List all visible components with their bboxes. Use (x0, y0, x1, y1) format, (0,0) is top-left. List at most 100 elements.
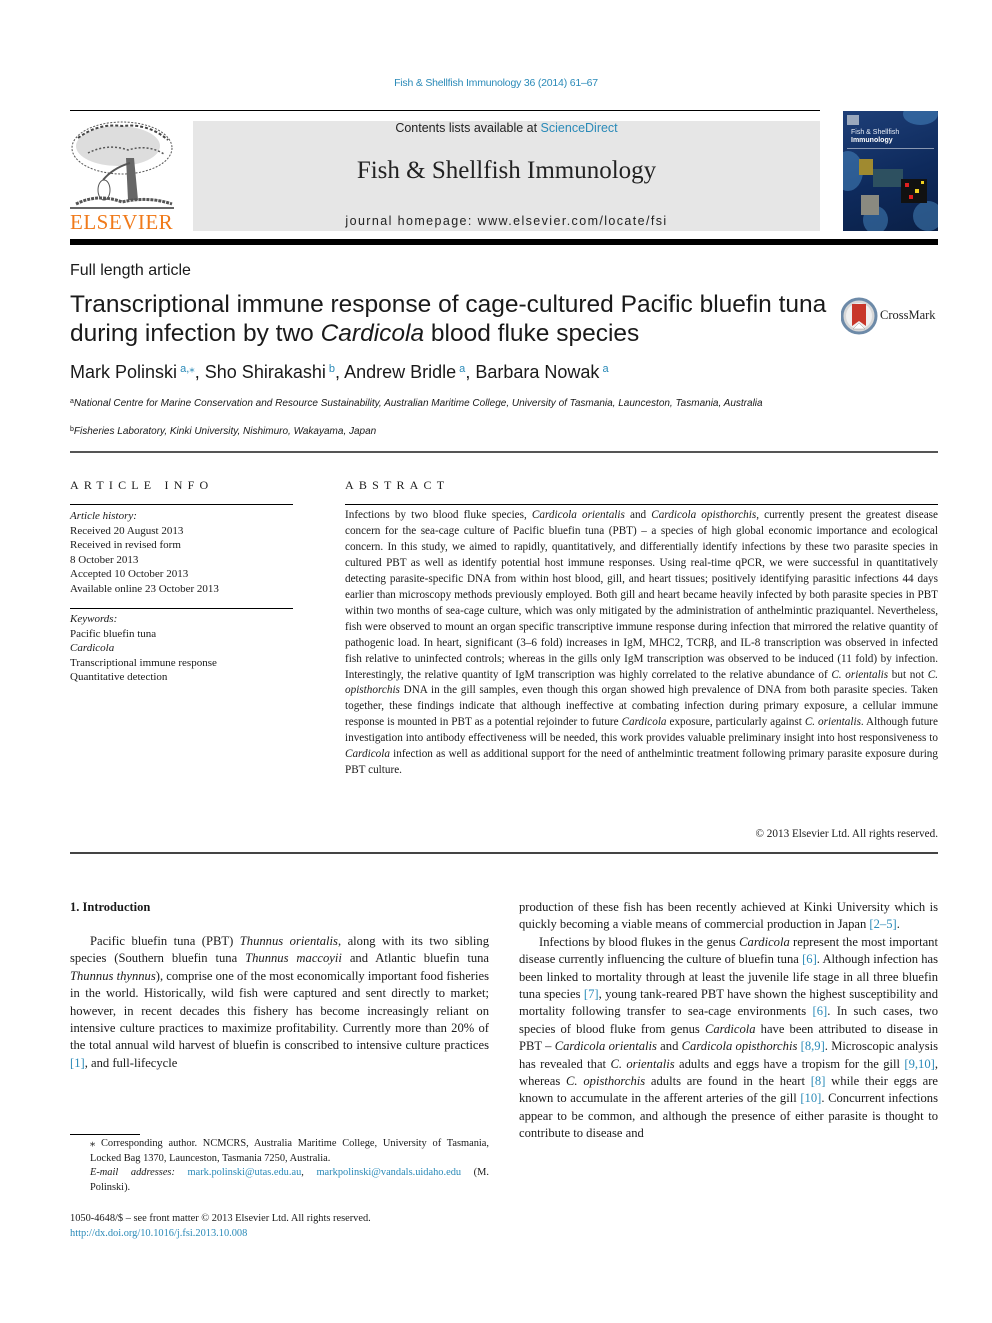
author-name[interactable]: Mark Polinski (70, 362, 177, 382)
citation-link[interactable]: [10] (800, 1091, 821, 1105)
crossmark-label[interactable]: CrossMark (880, 308, 936, 323)
front-matter: 1050-4648/$ – see front matter © 2013 El… (70, 1212, 489, 1241)
header-thick-rule (70, 239, 938, 245)
contents-prefix: Contents lists available at (395, 121, 541, 135)
text-run: Infections by two blood fluke species, (345, 509, 532, 521)
intro-left-column: Pacific bluefin tuna (PBT) Thunnus orien… (70, 933, 489, 1072)
email-label: E-mail addresses: (90, 1167, 175, 1178)
text-run: exposure, particularly against (666, 716, 805, 729)
citation-link[interactable]: [9,10] (904, 1057, 934, 1071)
text-run: and (624, 509, 652, 521)
author-affiliation-marker[interactable]: b (326, 363, 335, 375)
title-part2: blood fluke species (424, 320, 640, 347)
keywords-label: Keywords: (70, 613, 118, 625)
italic-term: Cardicola orientalis (554, 1039, 657, 1054)
article-history: Article history: Received 20 August 2013… (70, 509, 293, 596)
text-run: Pacific bluefin tuna (PBT) (90, 934, 240, 948)
affiliation-a: aNational Centre for Marine Conservation… (70, 395, 810, 411)
citation-link[interactable]: [6] (813, 1004, 828, 1018)
separator: , (194, 362, 205, 382)
text-run: but not (888, 668, 928, 681)
text-run: adults and eggs have a tropism for the g… (674, 1056, 905, 1071)
abstract-copyright: © 2013 Elsevier Ltd. All rights reserved… (755, 828, 939, 840)
text-run: adults are found in the heart (645, 1074, 811, 1089)
italic-term: C. orientalis (831, 668, 889, 681)
intro-right-column: production of these fish has been recent… (519, 899, 938, 1143)
history-label: Article history: (70, 510, 137, 522)
footnote: ⁎ Corresponding author. NCMCRS, Australi… (70, 1137, 489, 1195)
divider (70, 451, 938, 453)
article-title: Transcriptional immune response of cage-… (70, 290, 830, 348)
section-heading-introduction: 1. Introduction (70, 900, 151, 914)
italic-term: Cardicola (621, 716, 667, 729)
author-name[interactable]: Sho Shirakashi (205, 362, 326, 382)
divider (70, 110, 820, 111)
divider (70, 504, 293, 505)
citation-link[interactable]: [2–5] (869, 917, 896, 931)
doi-link[interactable]: http://dx.doi.org/10.1016/j.fsi.2013.10.… (70, 1227, 489, 1242)
italic-term: Cardicola opisthorchis (651, 509, 757, 521)
author-name[interactable]: Barbara Nowak (475, 362, 599, 382)
keyword: Cardicola (70, 642, 115, 654)
abstract-heading: ABSTRACT (345, 478, 450, 492)
history-item: Available online 23 October 2013 (70, 582, 219, 595)
citation-link[interactable]: [1] (70, 1056, 85, 1070)
journal-cover-image[interactable]: Fish & Shellfish Immunology (843, 111, 938, 231)
text-run: , and full-lifecycle (84, 1055, 178, 1070)
running-head[interactable]: Fish & Shellfish Immunology 36 (2014) 61… (0, 77, 992, 89)
title-italic: Cardicola (320, 320, 425, 347)
author-name[interactable]: Andrew Bridle (344, 362, 456, 382)
divider (70, 852, 938, 854)
author-list: Mark Polinski a,⁎, Sho Shirakashi b, And… (70, 362, 609, 383)
italic-term: Thunnus maccoyii (245, 951, 342, 966)
text-run: and (656, 1039, 682, 1054)
author-affiliation-marker[interactable]: a (456, 363, 465, 375)
email-line: E-mail addresses: mark.polinski@utas.edu… (90, 1167, 489, 1193)
italic-term: Cardicola (345, 748, 390, 761)
email-link[interactable]: markpolinski@vandals.uidaho.edu (316, 1167, 461, 1178)
footnote-rule (70, 1134, 140, 1135)
intro-paragraph: Infections by blood flukes in the genus … (519, 934, 938, 1143)
italic-term: C. opisthorchis (566, 1074, 646, 1089)
contents-line: Contents lists available at ScienceDirec… (193, 121, 820, 135)
italic-term: Cardicola opisthorchis (681, 1039, 798, 1054)
text-run: . (896, 917, 900, 932)
issn-line: 1050-4648/$ – see front matter © 2013 El… (70, 1213, 371, 1224)
citation-link[interactable]: [8] (811, 1074, 826, 1088)
journal-title: Fish & Shellfish Immunology (356, 157, 657, 184)
sciencedirect-link[interactable]: ScienceDirect (541, 121, 618, 135)
history-item: Received in revised form (70, 539, 181, 551)
italic-term: Thunnus thynnus (70, 968, 156, 983)
history-item: 8 October 2013 (70, 553, 139, 566)
history-item: Accepted 10 October 2013 (70, 568, 189, 580)
elsevier-wordmark[interactable]: ELSEVIER (70, 210, 173, 235)
divider (345, 504, 938, 505)
corresponding-author-note: ⁎ Corresponding author. NCMCRS, Australi… (90, 1138, 489, 1164)
citation-link[interactable]: [8,9] (801, 1039, 825, 1053)
abstract-body: Infections by two blood fluke species, C… (345, 508, 938, 779)
author-affiliation-marker[interactable]: a (599, 363, 608, 375)
journal-homepage-link[interactable]: journal homepage: www.elsevier.com/locat… (193, 214, 820, 228)
intro-paragraph: production of these fish has been recent… (519, 899, 938, 934)
italic-term: Cardicola (739, 934, 790, 949)
text-run: Infections by blood flukes in the genus (539, 934, 740, 949)
italic-term: Cardicola (704, 1021, 756, 1036)
affiliation-text: National Centre for Marine Conservation … (73, 398, 763, 409)
keyword: Quantitative detection (70, 671, 168, 683)
citation-link[interactable]: [6] (802, 952, 817, 966)
italic-term: Cardicola orientalis (531, 509, 625, 521)
italic-term: Thunnus orientalis (239, 934, 338, 948)
email-link[interactable]: mark.polinski@utas.edu.au (188, 1167, 302, 1178)
keywords: Keywords: Pacific bluefin tuna Cardicola… (70, 612, 293, 685)
cover-title-line2: Immunology (851, 137, 893, 144)
citation-link[interactable]: [7] (584, 987, 599, 1001)
text-run: infection as well as additional support … (345, 748, 938, 777)
keyword: Pacific bluefin tuna (70, 627, 157, 640)
text-run: , currently present the greatest disease… (345, 509, 938, 681)
cover-title-line1: Fish & Shellfish (851, 129, 900, 136)
affiliation-text: Fisheries Laboratory, Kinki University, … (73, 426, 377, 437)
author-affiliation-marker[interactable]: a,⁎ (177, 363, 195, 375)
keyword: Transcriptional immune response (70, 656, 217, 669)
italic-term: C. orientalis (610, 1056, 675, 1071)
text-run: and Atlantic bluefin tuna (341, 951, 490, 966)
